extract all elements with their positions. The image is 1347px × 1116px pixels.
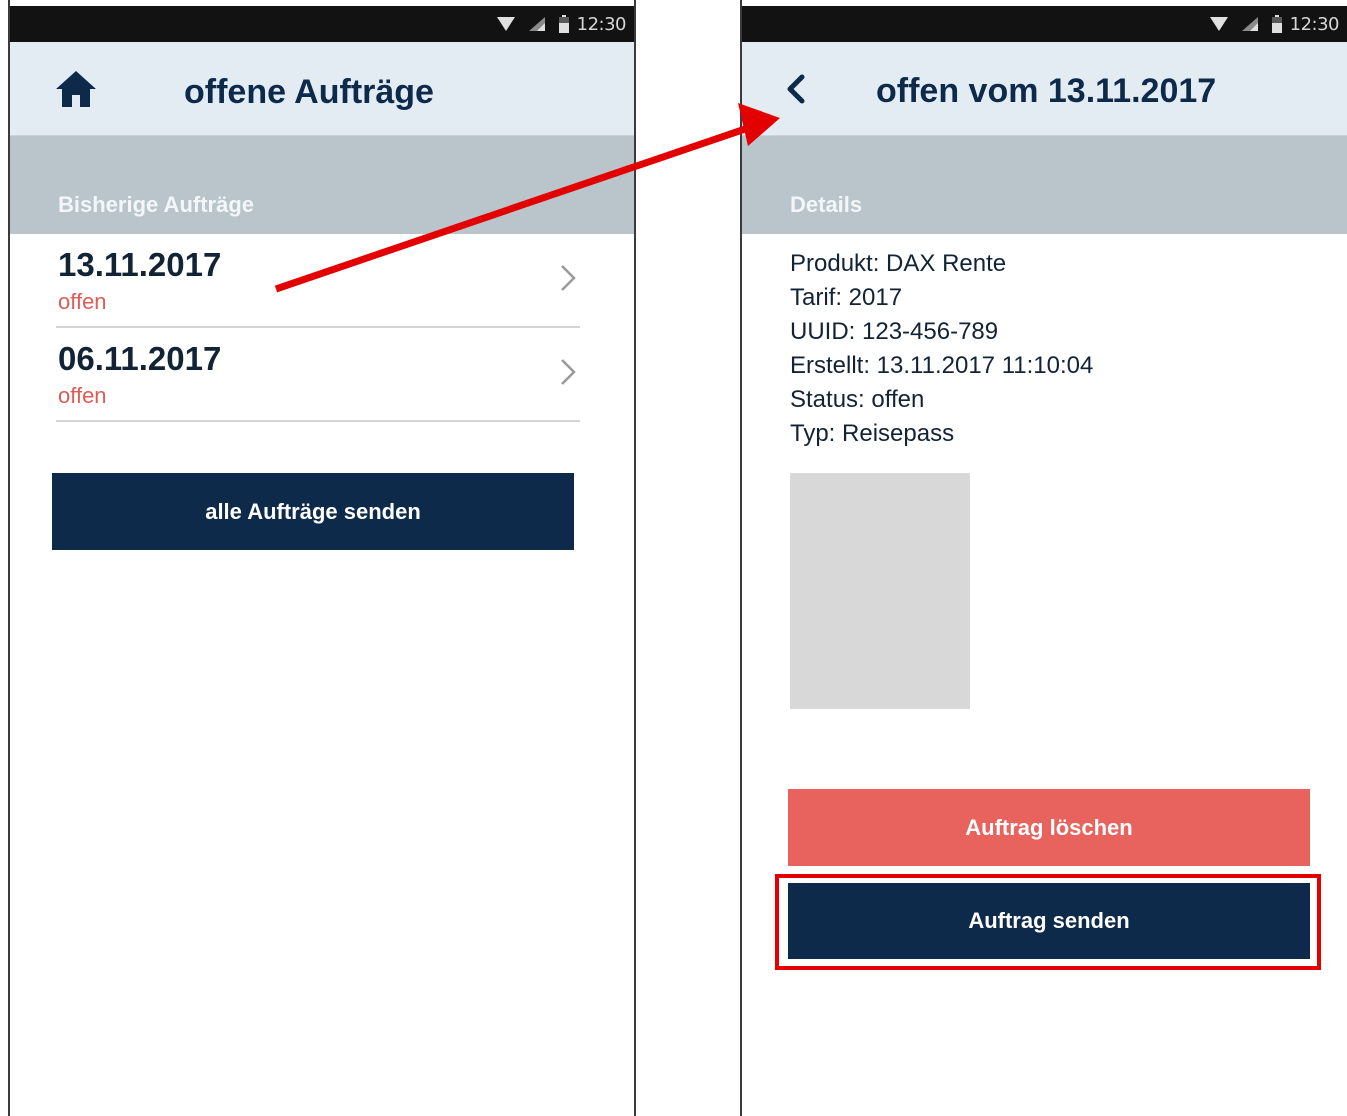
document-image-placeholder xyxy=(790,473,970,709)
order-details: Produkt: DAX Rente Tarif: 2017 UUID: 123… xyxy=(790,247,1093,451)
detail-created: Erstellt: 13.11.2017 11:10:04 xyxy=(790,352,1094,379)
battery-icon xyxy=(558,15,569,33)
order-list-item[interactable]: 13.11.2017 offen xyxy=(56,234,580,328)
order-date: 06.11.2017 xyxy=(58,340,222,377)
app-bar: offen vom 13.11.2017 xyxy=(742,42,1347,136)
send-all-orders-button[interactable]: alle Aufträge senden xyxy=(52,473,574,550)
chevron-right-icon xyxy=(561,265,576,291)
section-header-label: Details xyxy=(790,192,863,217)
order-list-item[interactable]: 06.11.2017 offen xyxy=(56,328,580,422)
status-time: 12:30 xyxy=(1289,13,1340,35)
send-order-button[interactable]: Auftrag senden xyxy=(788,883,1310,959)
back-chevron-icon[interactable] xyxy=(784,42,808,136)
status-bar: 12:30 xyxy=(10,6,634,42)
wifi-icon xyxy=(1209,17,1228,31)
order-status: offen xyxy=(58,383,107,408)
page-title: offene Aufträge xyxy=(184,73,434,111)
signal-icon xyxy=(1241,17,1258,31)
left-phone-screen: 12:30 offene Aufträge Bisherige Aufträge… xyxy=(8,0,636,1116)
home-icon[interactable] xyxy=(54,42,98,136)
section-header: Bisherige Aufträge xyxy=(10,136,634,234)
status-time: 12:30 xyxy=(576,13,627,35)
detail-tariff: Tarif: 2017 xyxy=(790,284,903,311)
section-header-label: Bisherige Aufträge xyxy=(58,192,255,217)
orders-list: 13.11.2017 offen 06.11.2017 offen xyxy=(56,234,580,422)
status-bar: 12:30 xyxy=(742,6,1347,42)
chevron-right-icon xyxy=(561,359,576,385)
delete-order-button[interactable]: Auftrag löschen xyxy=(788,789,1310,866)
app-bar: offene Aufträge xyxy=(10,42,634,136)
detail-uuid: UUID: 123-456-789 xyxy=(790,318,999,345)
section-header: Details xyxy=(742,136,1347,234)
detail-status: Status: offen xyxy=(790,386,925,413)
signal-icon xyxy=(528,17,545,31)
page-title: offen vom 13.11.2017 xyxy=(876,72,1217,110)
detail-product: Produkt: DAX Rente xyxy=(790,250,1007,277)
right-phone-screen: 12:30 offen vom 13.11.2017 Details Produ… xyxy=(740,0,1347,1116)
wifi-icon xyxy=(496,17,515,31)
detail-type: Typ: Reisepass xyxy=(790,420,955,447)
order-date: 13.11.2017 xyxy=(58,246,222,283)
battery-icon xyxy=(1271,15,1282,33)
order-status: offen xyxy=(58,289,107,314)
